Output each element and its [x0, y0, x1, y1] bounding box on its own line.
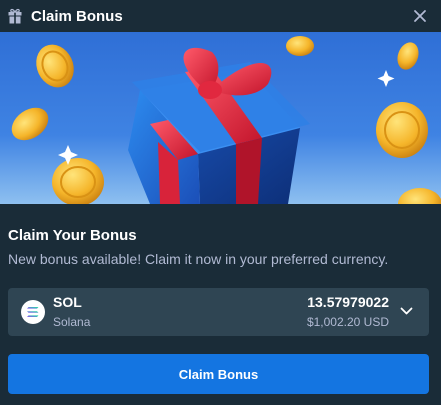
claim-bonus-button[interactable]: Claim Bonus: [8, 354, 429, 394]
bonus-heading: Claim Your Bonus: [8, 227, 137, 244]
currency-code: SOL: [53, 294, 82, 310]
bonus-banner-image: [0, 32, 441, 204]
bonus-description: New bonus available! Claim it now in you…: [8, 251, 389, 267]
gift-icon: [8, 8, 22, 24]
gift-box-illustration: [0, 32, 441, 204]
currency-name: Solana: [53, 315, 91, 329]
modal-header: Claim Bonus: [0, 0, 441, 32]
currency-select[interactable]: SOL Solana 13.57979022 $1,002.20 USD: [8, 288, 429, 336]
close-icon[interactable]: [412, 8, 428, 24]
chevron-down-icon[interactable]: [400, 306, 413, 316]
claim-bonus-modal: Claim Bonus Claim Your Bonus New bonus a…: [0, 0, 441, 405]
bonus-amount: 13.57979022: [307, 294, 389, 310]
solana-icon: [21, 300, 45, 324]
bonus-usd-value: $1,002.20 USD: [306, 315, 389, 329]
modal-title: Claim Bonus: [31, 8, 123, 25]
